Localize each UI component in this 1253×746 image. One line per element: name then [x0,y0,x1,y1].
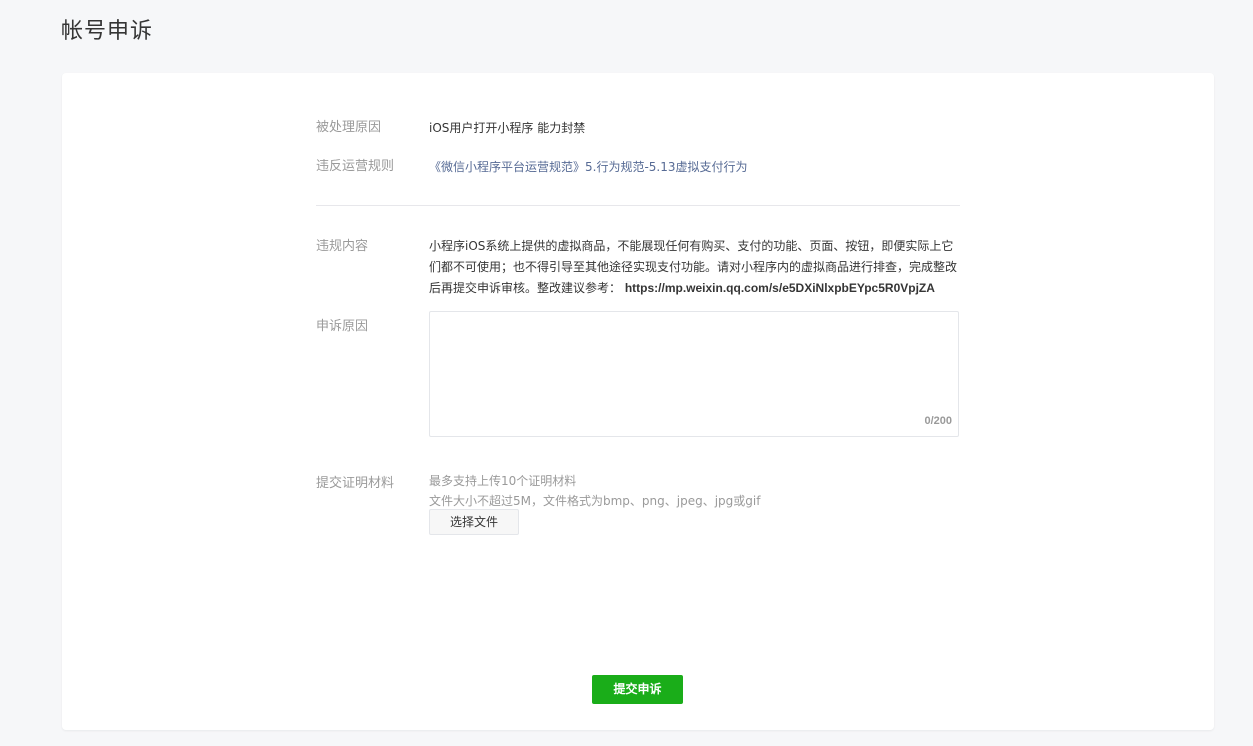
submit-appeal-button[interactable]: 提交申诉 [592,675,683,704]
evidence-label: 提交证明材料 [316,476,395,491]
rule-link[interactable]: 《微信小程序平台运营规范》5.行为规范-5.13虚拟支付行为 [429,156,748,178]
appeal-card: 被处理原因 iOS用户打开小程序 能力封禁 违反运营规则 《微信小程序平台运营规… [62,73,1214,730]
evidence-count-hint: 最多支持上传10个证明材料 [429,474,577,488]
section-divider [316,205,960,206]
violation-content: 小程序iOS系统上提供的虚拟商品，不能展现任何有购买、支付的功能、页面、按钮，即… [429,236,961,299]
appeal-textarea-box: 0/200 [429,311,959,437]
choose-file-button[interactable]: 选择文件 [429,509,519,535]
appeal-label: 申诉原因 [316,319,369,334]
reason-value: iOS用户打开小程序 能力封禁 [429,121,586,135]
suggestion-url[interactable]: https://mp.weixin.qq.com/s/e5DXiNlxpbEYp… [625,281,935,295]
page-title: 帐号申诉 [61,19,154,44]
reason-label: 被处理原因 [316,120,382,135]
char-counter: 0/200 [924,415,952,427]
evidence-format-hint: 文件大小不超过5M，文件格式为bmp、png、jpeg、jpg或gif [429,494,761,508]
violation-label: 违规内容 [316,239,369,254]
appeal-reason-input[interactable] [430,312,958,436]
rule-label: 违反运营规则 [316,159,395,174]
